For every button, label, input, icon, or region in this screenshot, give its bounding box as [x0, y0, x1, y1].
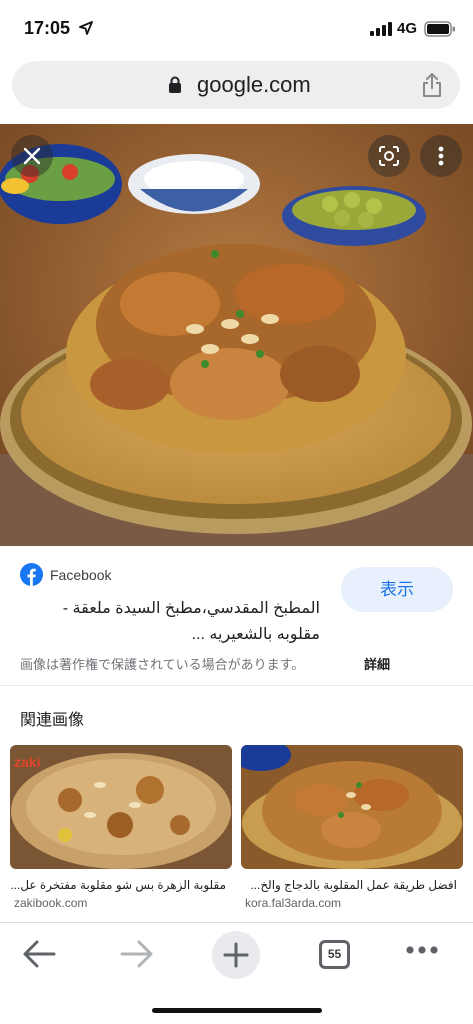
signal-icon: [370, 22, 392, 36]
related-image-thumbnail[interactable]: [241, 745, 463, 869]
new-tab-button[interactable]: [212, 931, 260, 979]
image-title[interactable]: المطبخ المقدسي،مطبخ السيدة ملعقة - مقلوب…: [20, 596, 320, 648]
related-image-card[interactable]: zaki مقلوبة الزهرة بس شو مقلوبة مفتخرة ع…: [10, 745, 232, 910]
related-image-url: kora.fal3arda.com: [245, 896, 342, 910]
back-arrow-icon[interactable]: [22, 939, 56, 969]
close-button[interactable]: [11, 135, 53, 177]
home-indicator[interactable]: [152, 1008, 322, 1013]
tab-switcher-icon[interactable]: 55: [319, 940, 350, 969]
plus-icon: [223, 942, 249, 968]
lens-button[interactable]: [368, 135, 410, 177]
status-time: 17:05: [24, 18, 71, 38]
close-icon: [23, 147, 41, 165]
source-name: Facebook: [50, 567, 112, 583]
battery-icon: [424, 21, 455, 37]
related-image-title[interactable]: مقلوبة الزهرة بس شو مقلوبة مفتخرة عل...: [10, 878, 232, 892]
related-image-card[interactable]: افضل طريقة عمل المقلوبة بالدجاج والخ... …: [241, 745, 463, 910]
location-arrow-icon: [79, 21, 93, 35]
lens-icon: [379, 146, 399, 166]
copyright-notice: 画像は著作権で保護されている場合があります。: [20, 657, 305, 672]
address-bar[interactable]: google.com: [12, 61, 460, 109]
related-image-thumbnail[interactable]: zaki: [10, 745, 232, 869]
details-link[interactable]: 詳細: [364, 654, 390, 673]
network-type: 4G: [397, 20, 418, 37]
food-photo: [0, 124, 473, 546]
facebook-icon: [20, 563, 43, 586]
more-horizontal-icon[interactable]: [405, 945, 439, 955]
forward-arrow-icon[interactable]: [120, 939, 154, 969]
card-watermark: zaki: [14, 754, 40, 770]
lock-icon: [169, 76, 181, 93]
related-images-heading: 関連画像: [20, 712, 85, 729]
more-options-button[interactable]: [420, 135, 462, 177]
url-domain: google.com: [197, 72, 311, 97]
more-vertical-icon: [438, 146, 444, 166]
view-button[interactable]: 表示: [341, 567, 453, 612]
status-bar: 17:05 4G: [0, 0, 473, 58]
related-image-url: zakibook.com: [14, 896, 88, 910]
divider: [0, 685, 473, 686]
related-image-title[interactable]: افضل طريقة عمل المقلوبة بالدجاج والخ...: [241, 878, 463, 892]
main-image[interactable]: [0, 124, 473, 546]
share-icon[interactable]: [421, 72, 443, 98]
